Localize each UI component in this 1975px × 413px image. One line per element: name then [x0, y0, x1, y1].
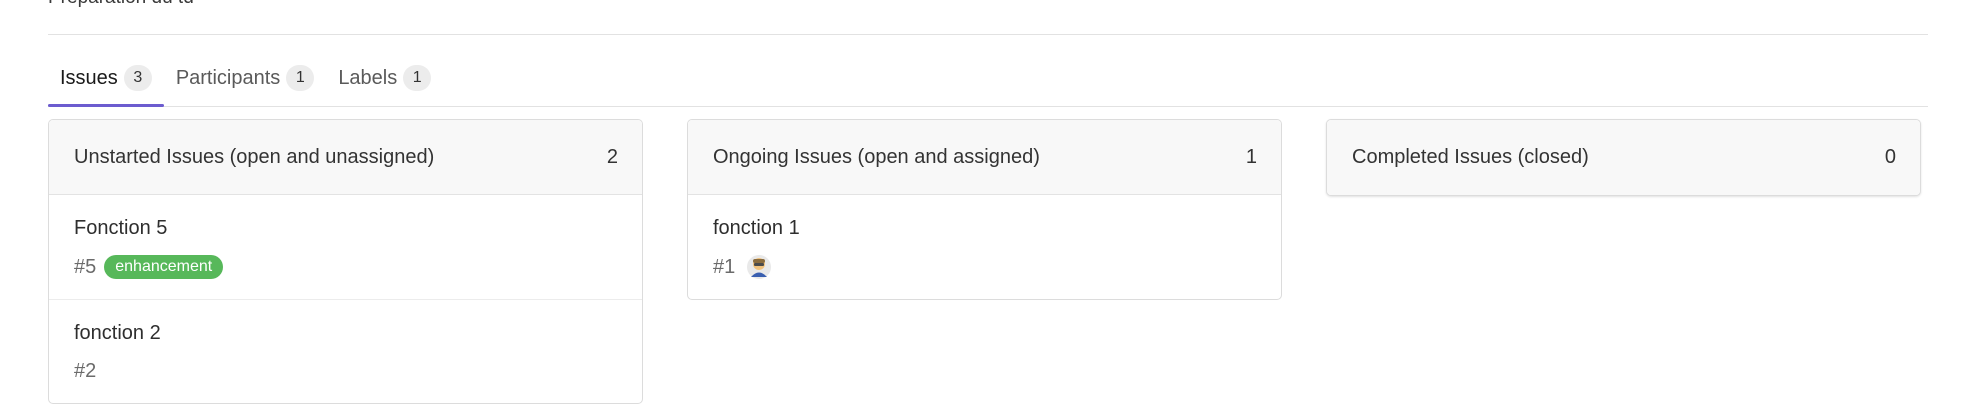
- unstarted-column-header: Unstarted Issues (open and unassigned) 2: [49, 120, 642, 195]
- user-avatar-icon[interactable]: [747, 255, 772, 279]
- tab-participants[interactable]: Participants 1: [164, 50, 327, 106]
- unstarted-column: Unstarted Issues (open and unassigned) 2…: [48, 119, 643, 404]
- unstarted-column-count: 2: [606, 145, 618, 168]
- project-page: Préparation du td Issues 3 Participants …: [0, 0, 1975, 413]
- issue-title[interactable]: fonction 1: [713, 215, 1256, 241]
- issue-meta: #1: [713, 255, 1256, 279]
- issue-title[interactable]: Fonction 5: [74, 215, 617, 241]
- issue-number: #5: [74, 255, 97, 278]
- issue-card[interactable]: fonction 1 #1: [688, 195, 1281, 299]
- ongoing-column-title: Ongoing Issues (open and assigned): [713, 145, 1040, 168]
- tab-labels[interactable]: Labels 1: [326, 50, 443, 106]
- enhancement-label[interactable]: enhancement: [104, 255, 224, 279]
- tab-participants-label: Participants: [175, 66, 281, 89]
- tab-labels-count: 1: [403, 65, 432, 91]
- issue-number: #2: [74, 360, 97, 382]
- project-title: Préparation du td: [48, 0, 194, 8]
- divider: [48, 34, 1928, 35]
- tab-issues-label: Issues: [60, 66, 118, 89]
- tab-labels-label: Labels: [338, 66, 398, 89]
- completed-column-count: 0: [1884, 146, 1896, 168]
- issue-meta: #2: [74, 360, 617, 383]
- unstarted-column-title: Unstarted Issues (open and unassigned): [74, 145, 435, 168]
- issue-title[interactable]: fonction 2: [74, 320, 617, 346]
- completed-column-header: Completed Issues (closed) 0: [1327, 120, 1920, 195]
- ongoing-column-count: 1: [1245, 145, 1257, 168]
- tab-issues[interactable]: Issues 3: [48, 50, 164, 107]
- issue-card[interactable]: fonction 2 #2: [49, 299, 642, 403]
- issue-columns: Unstarted Issues (open and unassigned) 2…: [48, 119, 1921, 404]
- tab-participants-count: 1: [286, 65, 315, 91]
- issue-meta: #5 enhancement: [74, 255, 617, 279]
- tab-issues-count: 3: [123, 65, 152, 91]
- issue-card[interactable]: Fonction 5 #5 enhancement: [49, 195, 642, 299]
- tab-bar: Issues 3 Participants 1 Labels 1: [48, 50, 1928, 107]
- ongoing-column-header: Ongoing Issues (open and assigned) 1: [688, 120, 1281, 195]
- ongoing-column: Ongoing Issues (open and assigned) 1 fon…: [687, 119, 1282, 300]
- issue-number: #1: [713, 255, 736, 278]
- completed-column: Completed Issues (closed) 0: [1326, 119, 1921, 196]
- completed-column-title: Completed Issues (closed): [1352, 146, 1589, 168]
